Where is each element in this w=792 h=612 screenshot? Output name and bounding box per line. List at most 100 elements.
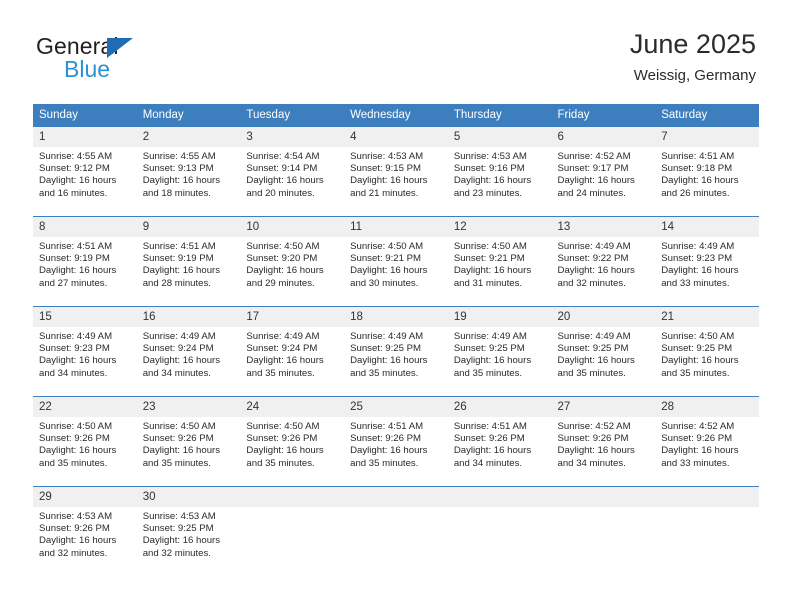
calendar-day-cell[interactable]: 12 Sunrise: 4:50 AM Sunset: 9:21 PM Dayligh… (447, 216, 552, 307)
day-number: 23 (136, 397, 241, 417)
daylight-duration-line1: Daylight: 16 hours (350, 175, 428, 187)
calendar-day-cell[interactable]: 9 Sunrise: 4:51 AM Sunset: 9:19 PM Daylight… (136, 216, 241, 307)
sunset-time: Sunset: 9:25 PM (557, 343, 629, 355)
calendar-day-cell[interactable]: 10 Sunrise: 4:50 AM Sunset: 9:20 PM Dayligh… (240, 216, 345, 307)
sunset-time: Sunset: 9:15 PM (350, 163, 422, 175)
calendar-day-cell[interactable]: 20 Sunrise: 4:49 AM Sunset: 9:25 PM Dayligh… (551, 306, 656, 397)
weekday-header-tuesday: Tuesday (240, 104, 345, 127)
day-number: 13 (551, 217, 656, 237)
day-number: 14 (655, 217, 759, 237)
sunset-time: Sunset: 9:26 PM (557, 433, 629, 445)
calendar-day-cell-empty (551, 486, 656, 576)
day-number (655, 487, 759, 507)
day-cell-inner: 30 Sunrise: 4:53 AM Sunset: 9:25 PM Dayligh… (136, 487, 241, 576)
calendar-day-cell[interactable]: 4 Sunrise: 4:53 AM Sunset: 9:15 PM Daylight… (344, 127, 448, 217)
calendar-day-cell[interactable]: 23 Sunrise: 4:50 AM Sunset: 9:26 PM Dayligh… (136, 396, 241, 487)
daylight-duration-line2: and 35 minutes. (350, 367, 419, 379)
calendar-day-cell[interactable]: 22 Sunrise: 4:50 AM Sunset: 9:26 PM Dayligh… (33, 396, 137, 487)
sunset-time: Sunset: 9:26 PM (661, 433, 733, 445)
calendar-day-cell-empty (447, 486, 552, 576)
day-cell-inner: 28 Sunrise: 4:52 AM Sunset: 9:26 PM Dayligh… (655, 397, 759, 486)
calendar-day-cell[interactable]: 21 Sunrise: 4:50 AM Sunset: 9:25 PM Dayligh… (655, 306, 759, 397)
sunset-time: Sunset: 9:26 PM (350, 433, 422, 445)
daylight-duration-line2: and 34 minutes. (557, 457, 626, 469)
sunrise-time: Sunrise: 4:51 AM (661, 151, 735, 162)
day-number: 7 (655, 127, 759, 147)
sunrise-time: Sunrise: 4:49 AM (246, 331, 320, 342)
day-sun-info: Sunrise: 4:53 AM Sunset: 9:15 PM Daylight:… (344, 147, 448, 200)
calendar-day-cell[interactable]: 14 Sunrise: 4:49 AM Sunset: 9:23 PM Dayligh… (655, 216, 759, 307)
day-cell-inner: 6 Sunrise: 4:52 AM Sunset: 9:17 PM Daylight… (551, 127, 656, 216)
sunset-time: Sunset: 9:25 PM (350, 343, 422, 355)
calendar-day-cell[interactable]: 7 Sunrise: 4:51 AM Sunset: 9:18 PM Daylight… (655, 127, 759, 217)
sunset-time: Sunset: 9:20 PM (246, 253, 318, 265)
calendar-day-cell[interactable]: 25 Sunrise: 4:51 AM Sunset: 9:26 PM Dayligh… (344, 396, 448, 487)
day-number: 4 (344, 127, 448, 147)
calendar-day-cell[interactable]: 8 Sunrise: 4:51 AM Sunset: 9:19 PM Daylight… (33, 216, 137, 307)
sunrise-time: Sunrise: 4:51 AM (142, 241, 216, 252)
calendar-day-cell[interactable]: 11 Sunrise: 4:50 AM Sunset: 9:21 PM Dayligh… (344, 216, 448, 307)
calendar-day-cell[interactable]: 13 Sunrise: 4:49 AM Sunset: 9:22 PM Dayligh… (551, 216, 656, 307)
daylight-duration-line1: Daylight: 16 hours (557, 265, 635, 277)
calendar-day-cell[interactable]: 17 Sunrise: 4:49 AM Sunset: 9:24 PM Dayligh… (240, 306, 345, 397)
day-sun-info: Sunrise: 4:49 AM Sunset: 9:23 PM Daylight:… (33, 327, 137, 380)
day-cell-inner: 18 Sunrise: 4:49 AM Sunset: 9:25 PM Dayligh… (344, 307, 448, 396)
calendar-day-cell[interactable]: 30 Sunrise: 4:53 AM Sunset: 9:25 PM Dayligh… (136, 486, 241, 576)
daylight-duration-line1: Daylight: 16 hours (661, 355, 739, 367)
day-number: 1 (33, 127, 137, 147)
day-number: 12 (447, 217, 552, 237)
daylight-duration-line1: Daylight: 16 hours (246, 175, 324, 187)
sunrise-time: Sunrise: 4:55 AM (142, 151, 216, 162)
daylight-duration-line2: and 21 minutes. (350, 187, 419, 199)
sunrise-time: Sunrise: 4:55 AM (39, 151, 113, 162)
weekday-header-thursday: Thursday (447, 104, 552, 127)
daylight-duration-line2: and 35 minutes. (350, 457, 419, 469)
daylight-duration-line1: Daylight: 16 hours (39, 355, 117, 367)
day-cell-inner: 1 Sunrise: 4:55 AM Sunset: 9:12 PM Daylight… (33, 127, 137, 216)
calendar-week-row: 8 Sunrise: 4:51 AM Sunset: 9:19 PM Daylight… (33, 216, 759, 307)
day-cell-inner: 24 Sunrise: 4:50 AM Sunset: 9:26 PM Dayligh… (240, 397, 345, 486)
day-cell-inner: 22 Sunrise: 4:50 AM Sunset: 9:26 PM Dayligh… (33, 397, 137, 486)
calendar-day-cell[interactable]: 16 Sunrise: 4:49 AM Sunset: 9:24 PM Dayligh… (136, 306, 241, 397)
day-cell-inner: 21 Sunrise: 4:50 AM Sunset: 9:25 PM Dayligh… (655, 307, 759, 396)
sunset-time: Sunset: 9:25 PM (453, 343, 525, 355)
day-sun-info: Sunrise: 4:49 AM Sunset: 9:22 PM Daylight:… (552, 237, 656, 290)
daylight-duration-line1: Daylight: 16 hours (557, 175, 635, 187)
sunset-time: Sunset: 9:23 PM (661, 253, 733, 265)
calendar-day-cell[interactable]: 3 Sunrise: 4:54 AM Sunset: 9:14 PM Daylight… (240, 127, 345, 217)
calendar-day-cell[interactable]: 1 Sunrise: 4:55 AM Sunset: 9:12 PM Daylight… (33, 127, 137, 217)
calendar-day-cell[interactable]: 15 Sunrise: 4:49 AM Sunset: 9:23 PM Dayligh… (33, 306, 137, 397)
calendar-day-cell[interactable]: 26 Sunrise: 4:51 AM Sunset: 9:26 PM Dayligh… (447, 396, 552, 487)
sunset-time: Sunset: 9:26 PM (142, 433, 214, 445)
daylight-duration-line1: Daylight: 16 hours (142, 535, 221, 547)
daylight-duration-line1: Daylight: 16 hours (142, 445, 221, 457)
generalblue-logo: General Blue (36, 34, 236, 90)
sunrise-time: Sunrise: 4:50 AM (350, 241, 424, 252)
day-cell-inner: 25 Sunrise: 4:51 AM Sunset: 9:26 PM Dayligh… (344, 397, 448, 486)
day-cell-inner (655, 487, 759, 576)
calendar-day-cell[interactable]: 5 Sunrise: 4:53 AM Sunset: 9:16 PM Daylight… (447, 127, 552, 217)
calendar-day-cell[interactable]: 28 Sunrise: 4:52 AM Sunset: 9:26 PM Dayligh… (655, 396, 759, 487)
calendar-day-cell[interactable]: 2 Sunrise: 4:55 AM Sunset: 9:13 PM Daylight… (136, 127, 241, 217)
calendar-day-cell[interactable]: 27 Sunrise: 4:52 AM Sunset: 9:26 PM Dayligh… (551, 396, 656, 487)
day-number (447, 487, 552, 507)
sunrise-time: Sunrise: 4:53 AM (453, 151, 527, 162)
day-sun-info: Sunrise: 4:55 AM Sunset: 9:13 PM Daylight:… (137, 147, 241, 200)
calendar-day-cell[interactable]: 19 Sunrise: 4:49 AM Sunset: 9:25 PM Dayligh… (447, 306, 552, 397)
sunset-time: Sunset: 9:18 PM (661, 163, 733, 175)
daylight-duration-line2: and 23 minutes. (453, 187, 523, 199)
day-number: 5 (447, 127, 552, 147)
day-cell-inner (344, 487, 448, 576)
day-cell-inner: 9 Sunrise: 4:51 AM Sunset: 9:19 PM Daylight… (136, 217, 241, 306)
calendar-day-cell[interactable]: 6 Sunrise: 4:52 AM Sunset: 9:17 PM Daylight… (551, 127, 656, 217)
day-number: 9 (136, 217, 241, 237)
calendar-day-cell[interactable]: 24 Sunrise: 4:50 AM Sunset: 9:26 PM Dayligh… (240, 396, 345, 487)
daylight-duration-line2: and 34 minutes. (142, 367, 211, 379)
calendar-day-cell[interactable]: 18 Sunrise: 4:49 AM Sunset: 9:25 PM Dayligh… (344, 306, 448, 397)
daylight-duration-line1: Daylight: 16 hours (142, 355, 221, 367)
day-sun-info: Sunrise: 4:54 AM Sunset: 9:14 PM Daylight:… (240, 147, 344, 200)
sunrise-time: Sunrise: 4:49 AM (350, 331, 424, 342)
day-sun-info: Sunrise: 4:50 AM Sunset: 9:25 PM Daylight:… (655, 327, 759, 380)
day-cell-inner: 8 Sunrise: 4:51 AM Sunset: 9:19 PM Daylight… (33, 217, 137, 306)
calendar-day-cell[interactable]: 29 Sunrise: 4:53 AM Sunset: 9:26 PM Dayligh… (33, 486, 137, 576)
